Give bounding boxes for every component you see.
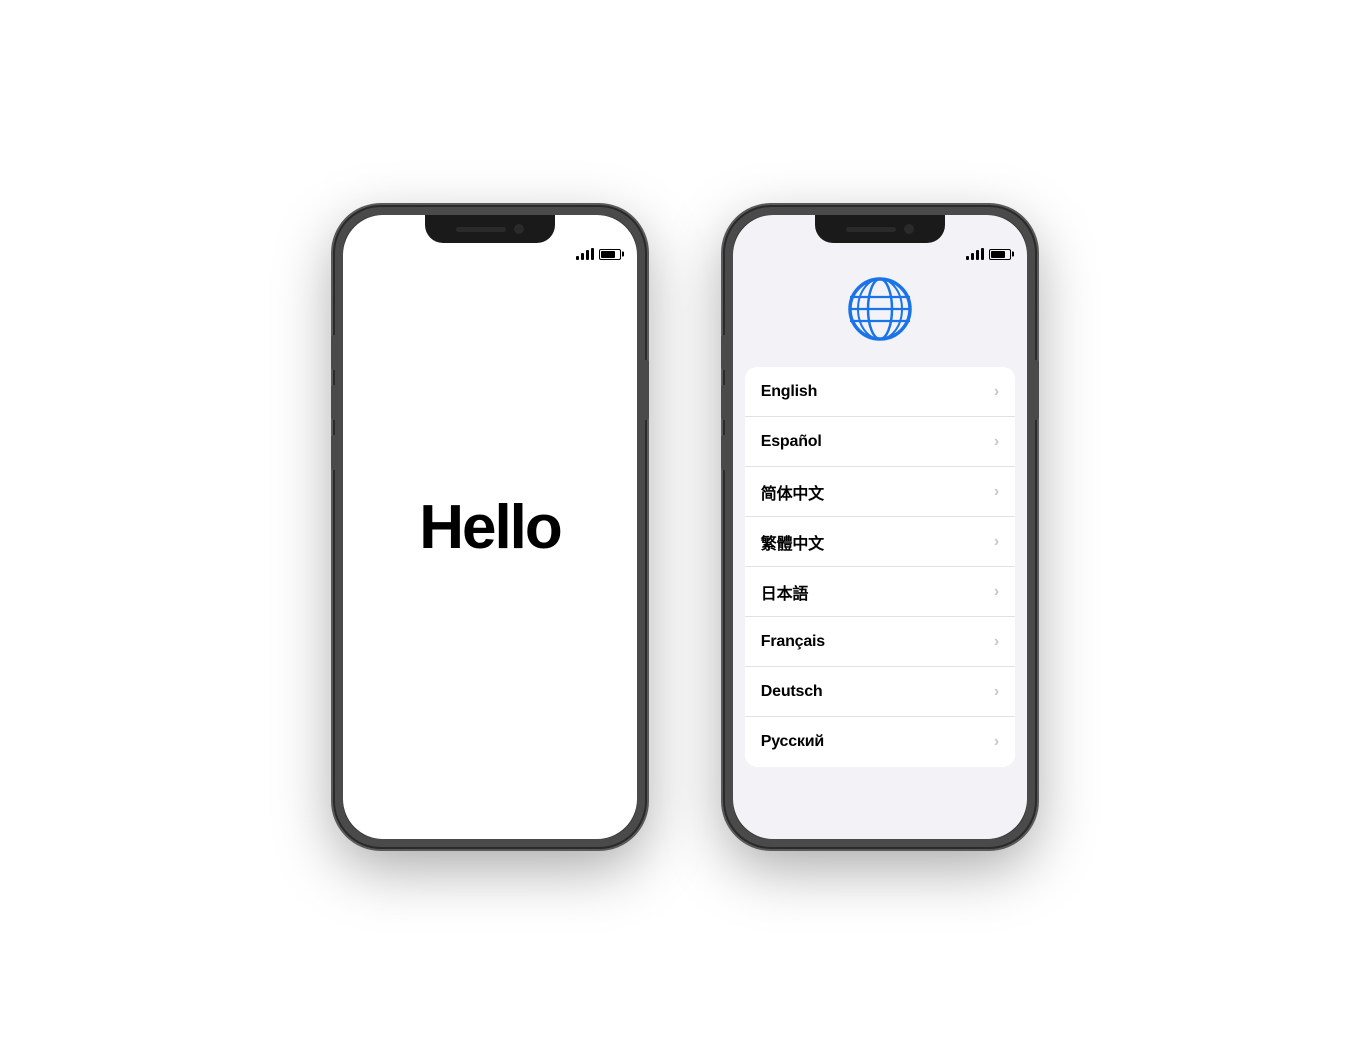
chevron-icon: ›	[994, 384, 999, 400]
chevron-icon: ›	[994, 684, 999, 700]
battery-icon	[599, 249, 621, 260]
signal-bar-3	[586, 250, 589, 260]
globe-icon	[846, 275, 914, 343]
battery-icon	[989, 249, 1011, 260]
signal-bar-4	[591, 248, 594, 260]
language-label: Español	[761, 433, 822, 451]
language-screen: English › Español › 简体中文 › 繁體中文 › 日本語	[733, 215, 1027, 839]
status-bar	[343, 243, 637, 265]
language-item-japanese[interactable]: 日本語 ›	[745, 567, 1015, 617]
signal-bar-1	[576, 256, 579, 260]
signal-bar-1	[966, 256, 969, 260]
battery-fill	[991, 251, 1005, 258]
status-bar	[733, 243, 1027, 265]
signal-bar-2	[971, 253, 974, 260]
language-phone: English › Español › 简体中文 › 繁體中文 › 日本語	[725, 207, 1035, 847]
chevron-icon: ›	[994, 434, 999, 450]
language-label: Deutsch	[761, 683, 823, 701]
speaker	[456, 227, 506, 232]
language-label: English	[761, 383, 817, 401]
language-item-english[interactable]: English ›	[745, 367, 1015, 417]
signal-bar-4	[981, 248, 984, 260]
chevron-icon: ›	[994, 734, 999, 750]
language-item-french[interactable]: Français ›	[745, 617, 1015, 667]
language-item-traditional-chinese[interactable]: 繁體中文 ›	[745, 517, 1015, 567]
language-list: English › Español › 简体中文 › 繁體中文 › 日本語	[745, 367, 1015, 767]
language-item-espanol[interactable]: Español ›	[745, 417, 1015, 467]
language-label: 简体中文	[761, 480, 824, 504]
chevron-icon: ›	[994, 584, 999, 600]
battery-fill	[601, 251, 615, 258]
signal-bar-2	[581, 253, 584, 260]
language-label: 繁體中文	[761, 530, 824, 554]
status-icons	[576, 248, 621, 260]
chevron-icon: ›	[994, 484, 999, 500]
camera	[904, 224, 914, 234]
language-item-russian[interactable]: Русский ›	[745, 717, 1015, 767]
camera	[514, 224, 524, 234]
language-label: 日本語	[761, 580, 808, 604]
language-label: Русский	[761, 733, 824, 751]
language-label: Français	[761, 633, 825, 651]
chevron-icon: ›	[994, 534, 999, 550]
signal-icon	[966, 248, 984, 260]
signal-icon	[576, 248, 594, 260]
hello-phone: Hello	[335, 207, 645, 847]
hello-content: Hello	[343, 215, 637, 839]
notch	[815, 215, 945, 243]
chevron-icon: ›	[994, 634, 999, 650]
hello-text: Hello	[419, 492, 561, 563]
hello-screen: Hello	[343, 215, 637, 839]
signal-bar-3	[976, 250, 979, 260]
language-item-simplified-chinese[interactable]: 简体中文 ›	[745, 467, 1015, 517]
notch	[425, 215, 555, 243]
speaker	[846, 227, 896, 232]
status-icons	[966, 248, 1011, 260]
language-content: English › Español › 简体中文 › 繁體中文 › 日本語	[733, 215, 1027, 839]
language-item-german[interactable]: Deutsch ›	[745, 667, 1015, 717]
